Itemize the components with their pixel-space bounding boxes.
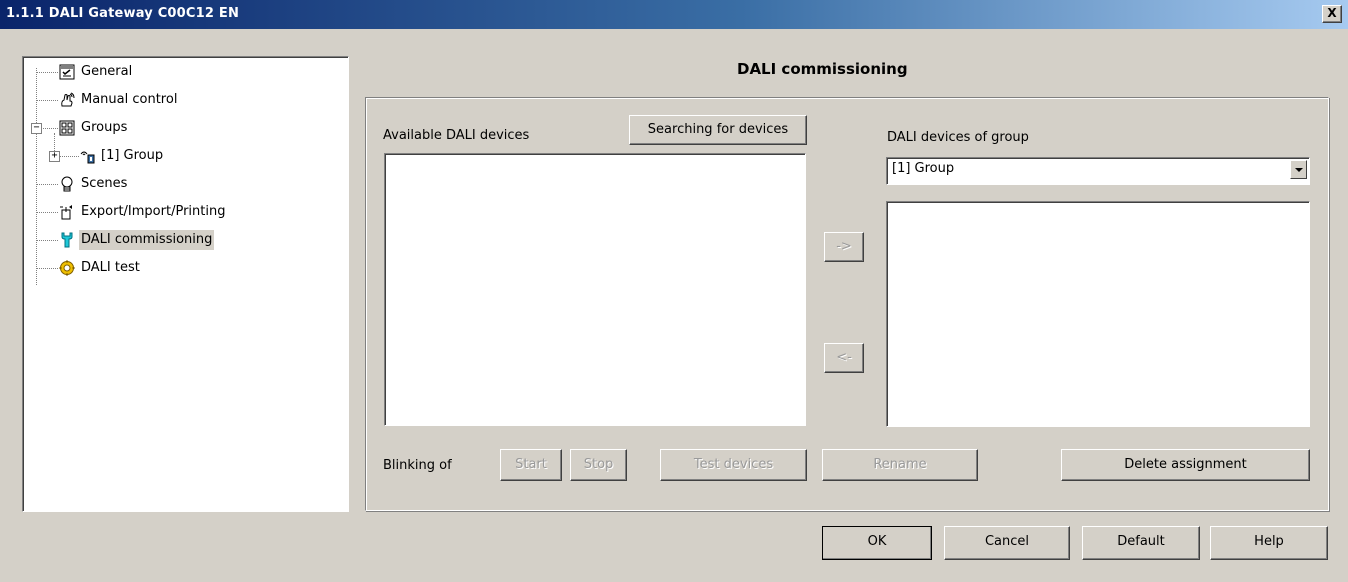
start-button[interactable]: Start bbox=[500, 449, 562, 481]
tree-connector bbox=[59, 156, 79, 157]
search-devices-button[interactable]: Searching for devices bbox=[629, 115, 807, 145]
move-left-button[interactable]: <- bbox=[824, 343, 864, 373]
group-select[interactable]: [1] Group bbox=[886, 157, 1310, 185]
help-button[interactable]: Help bbox=[1210, 526, 1328, 560]
tree-item-group-1[interactable]: [1] Group bbox=[79, 145, 165, 167]
page-title: DALI commissioning bbox=[737, 60, 908, 78]
available-devices-list[interactable] bbox=[384, 153, 806, 426]
title-bar: 1.1.1 DALI Gateway C00C12 EN X bbox=[0, 0, 1348, 29]
tree-connector bbox=[41, 128, 58, 129]
tree-item-label: DALI test bbox=[81, 259, 140, 275]
tree-connector bbox=[36, 268, 58, 269]
group-lamp-icon bbox=[79, 148, 95, 164]
ok-button[interactable]: OK bbox=[822, 526, 932, 560]
move-right-button[interactable]: -> bbox=[824, 232, 864, 262]
test-devices-button[interactable]: Test devices bbox=[660, 449, 807, 481]
chevron-down-icon[interactable] bbox=[1290, 160, 1307, 179]
cancel-button[interactable]: Cancel bbox=[944, 526, 1070, 560]
hand-icon bbox=[59, 92, 75, 108]
gear-yellow-icon bbox=[59, 260, 75, 276]
tree-item-label: Manual control bbox=[81, 91, 178, 107]
tree-connector bbox=[36, 212, 58, 213]
tree-item-dali-test[interactable]: DALI test bbox=[59, 257, 142, 279]
rename-button[interactable]: Rename bbox=[822, 449, 978, 481]
tree-connector bbox=[36, 240, 58, 241]
tree-item-export-import-printing[interactable]: Export/Import/Printing bbox=[59, 201, 227, 223]
groups-icon bbox=[59, 120, 75, 136]
tree-connector bbox=[36, 72, 58, 73]
wrench-icon bbox=[59, 232, 75, 248]
expand-icon[interactable]: + bbox=[49, 151, 60, 162]
collapse-icon[interactable]: − bbox=[31, 123, 42, 134]
tree-connector bbox=[36, 100, 58, 101]
tree-item-label: General bbox=[81, 63, 133, 79]
checklist-icon bbox=[59, 64, 75, 80]
navigation-tree[interactable]: − + General Manual control Groups [1] Gr… bbox=[22, 56, 349, 512]
blinking-label: Blinking of bbox=[383, 458, 452, 473]
tree-connector bbox=[36, 184, 58, 185]
export-icon bbox=[59, 204, 75, 220]
tree-item-label: [1] Group bbox=[101, 147, 164, 163]
tree-item-manual-control[interactable]: Manual control bbox=[59, 89, 179, 111]
group-select-value: [1] Group bbox=[892, 161, 955, 176]
tree-item-label: Scenes bbox=[81, 175, 128, 191]
group-devices-label: DALI devices of group bbox=[887, 130, 1029, 145]
tree-item-general[interactable]: General bbox=[59, 61, 134, 83]
group-devices-list[interactable] bbox=[886, 201, 1310, 427]
tree-item-label: Groups bbox=[81, 119, 128, 135]
default-button[interactable]: Default bbox=[1082, 526, 1200, 560]
tree-item-label: DALI commissioning bbox=[79, 229, 215, 250]
window-title: 1.1.1 DALI Gateway C00C12 EN bbox=[6, 6, 240, 21]
bulb-icon bbox=[59, 176, 75, 192]
delete-assignment-button[interactable]: Delete assignment bbox=[1061, 449, 1310, 481]
stop-button[interactable]: Stop bbox=[570, 449, 627, 481]
tree-item-groups[interactable]: Groups bbox=[59, 117, 129, 139]
available-devices-label: Available DALI devices bbox=[383, 128, 530, 143]
tree-item-label: Export/Import/Printing bbox=[81, 203, 226, 219]
tree-item-dali-commissioning[interactable]: DALI commissioning bbox=[59, 229, 215, 251]
close-button[interactable]: X bbox=[1322, 5, 1342, 23]
tree-item-scenes[interactable]: Scenes bbox=[59, 173, 129, 195]
